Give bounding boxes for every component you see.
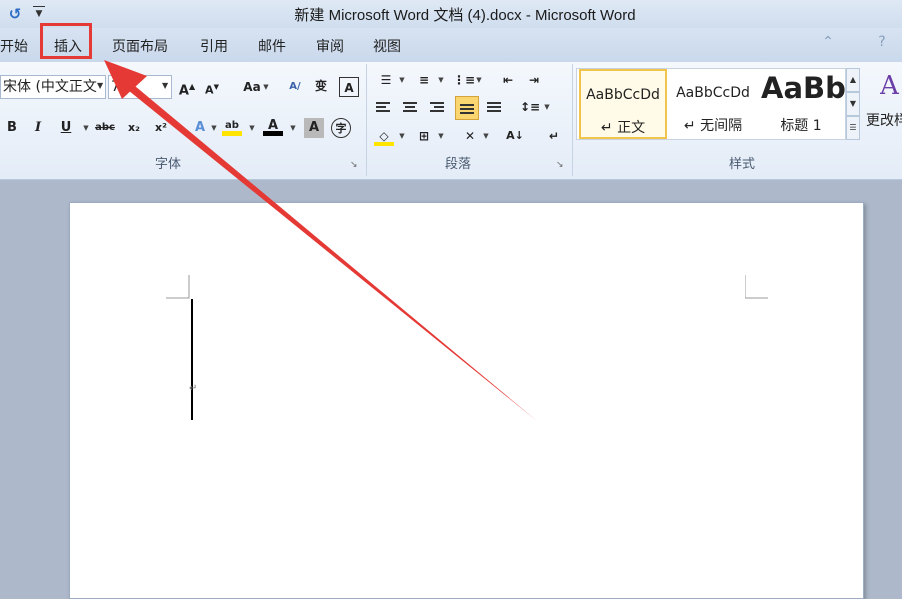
- top-left-margin-mark: [166, 275, 190, 299]
- multilevel-list-dropdown-icon[interactable]: ▼: [475, 75, 483, 85]
- enclose-characters-icon[interactable]: 字: [331, 118, 351, 138]
- change-case-dropdown-icon[interactable]: ▼: [262, 82, 270, 92]
- italic-icon[interactable]: I: [28, 118, 48, 138]
- style-sample: AaBbCcDd: [586, 87, 660, 103]
- tab-view[interactable]: 视图: [373, 36, 401, 58]
- sort-icon[interactable]: A↓: [505, 126, 525, 146]
- change-styles-icon[interactable]: A: [880, 70, 902, 102]
- character-shading-icon[interactable]: A: [304, 118, 324, 138]
- paragraph-dialog-launcher-icon[interactable]: ↘: [556, 160, 566, 170]
- styles-gallery: AaBbCcDd ↵ 正文 AaBbCcDd ↵ 无间隔 AaBb 标题 1: [576, 68, 846, 140]
- bullets-dropdown-icon[interactable]: ▼: [398, 75, 406, 85]
- underline-icon[interactable]: U: [56, 118, 76, 138]
- align-right-icon[interactable]: [428, 97, 448, 117]
- gallery-more-icon[interactable]: ☰: [846, 116, 860, 140]
- show-formatting-marks-icon[interactable]: ↵: [544, 126, 564, 146]
- shading-dropdown-icon[interactable]: ▼: [398, 131, 406, 141]
- underline-dropdown-icon[interactable]: ▼: [82, 123, 90, 133]
- text-effects-dropdown-icon[interactable]: ▼: [210, 123, 218, 133]
- minimize-ribbon-icon[interactable]: ⌃: [818, 34, 838, 54]
- bold-icon[interactable]: B: [2, 118, 22, 138]
- customize-qat-icon[interactable]: ▼: [33, 6, 45, 20]
- ribbon-tab-bar: 开始 插入 页面布局 引用 邮件 审阅 视图 ⌃ ?: [0, 28, 902, 62]
- style-normal[interactable]: AaBbCcDd ↵ 正文: [579, 69, 667, 139]
- decrease-indent-icon[interactable]: ⇤: [498, 70, 518, 90]
- numbering-icon[interactable]: ≡: [414, 70, 434, 90]
- tab-home[interactable]: 开始: [0, 36, 28, 58]
- strikethrough-icon[interactable]: abc: [95, 118, 115, 138]
- grow-font-icon[interactable]: A▲: [177, 77, 197, 98]
- borders-dropdown-icon[interactable]: ▼: [437, 131, 445, 141]
- align-left-icon[interactable]: [374, 97, 394, 117]
- font-size-dropdown-icon[interactable]: ▼: [162, 82, 170, 90]
- document-area: ↵: [0, 180, 902, 599]
- change-styles-button[interactable]: 更改样式: [866, 110, 902, 128]
- document-page[interactable]: ↵: [69, 202, 864, 599]
- style-sample: AaBb: [761, 71, 845, 105]
- window-title: 新建 Microsoft Word 文档 (4).docx - Microsof…: [294, 7, 636, 24]
- help-icon[interactable]: ?: [872, 34, 892, 54]
- insert-tab-highlight-box: [40, 23, 92, 59]
- style-no-spacing[interactable]: AaBbCcDd ↵ 无间隔: [669, 69, 757, 139]
- subscript-icon[interactable]: x₂: [124, 118, 144, 138]
- text-effects-icon[interactable]: A: [190, 118, 210, 138]
- borders-icon[interactable]: ⊞: [414, 126, 434, 146]
- superscript-icon[interactable]: x²: [151, 118, 171, 138]
- group-separator: [572, 64, 573, 176]
- align-center-icon[interactable]: [401, 97, 421, 117]
- tab-references[interactable]: 引用: [200, 36, 228, 58]
- phonetic-guide-icon[interactable]: 变: [311, 76, 331, 96]
- title-bar: ↺ ▼ 新建 Microsoft Word 文档 (4).docx - Micr…: [0, 0, 902, 28]
- shading-icon[interactable]: ◇: [374, 126, 394, 146]
- font-color-dropdown-icon[interactable]: ▼: [289, 123, 297, 133]
- style-sample: AaBbCcDd: [676, 85, 750, 101]
- character-border-icon[interactable]: A: [339, 77, 359, 97]
- font-name-combo[interactable]: 宋体 (中文正文: [0, 75, 106, 99]
- multilevel-list-icon[interactable]: ⋮≡: [453, 70, 475, 90]
- bullets-icon[interactable]: ☰: [376, 70, 396, 90]
- justify-icon[interactable]: [455, 96, 479, 120]
- font-color-icon[interactable]: A: [263, 116, 283, 136]
- undo-icon[interactable]: ↺: [6, 5, 24, 23]
- font-name-dropdown-icon[interactable]: ▼: [97, 82, 105, 90]
- style-name: 标题 1: [780, 118, 822, 134]
- styles-group-label: 样式: [728, 157, 755, 172]
- numbering-dropdown-icon[interactable]: ▼: [437, 75, 445, 85]
- highlight-color-dropdown-icon[interactable]: ▼: [248, 123, 256, 133]
- tab-mailings[interactable]: 邮件: [258, 36, 286, 58]
- paragraph-group-label: 段落: [444, 157, 471, 172]
- paragraph-mark-icon: ↵: [189, 383, 198, 394]
- highlight-color-icon[interactable]: ab: [222, 116, 242, 136]
- change-case-icon[interactable]: Aa: [240, 77, 264, 97]
- style-heading-1[interactable]: AaBb 标题 1: [757, 69, 845, 139]
- tab-review[interactable]: 审阅: [316, 36, 344, 58]
- style-name: ↵ 正文: [600, 120, 646, 136]
- font-group-label: 字体: [154, 157, 181, 172]
- tab-page-layout[interactable]: 页面布局: [112, 36, 168, 58]
- style-name: ↵ 无间隔: [683, 118, 743, 134]
- chinese-layout-icon[interactable]: ✕: [460, 126, 480, 146]
- distributed-icon[interactable]: [485, 97, 505, 117]
- clear-formatting-icon[interactable]: A/: [285, 77, 305, 97]
- line-spacing-icon[interactable]: ↕≡: [520, 97, 540, 117]
- text-cursor: [191, 299, 193, 420]
- gallery-scroll-down-icon[interactable]: ▼: [846, 92, 860, 116]
- font-dialog-launcher-icon[interactable]: ↘: [350, 160, 360, 170]
- increase-indent-icon[interactable]: ⇥: [524, 70, 544, 90]
- gallery-scroll-up-icon[interactable]: ▲: [846, 68, 860, 92]
- chinese-layout-dropdown-icon[interactable]: ▼: [482, 131, 490, 141]
- top-right-margin-mark: [745, 275, 768, 299]
- shrink-font-icon[interactable]: A▼: [202, 77, 222, 97]
- group-separator: [366, 64, 367, 176]
- line-spacing-dropdown-icon[interactable]: ▼: [543, 102, 551, 112]
